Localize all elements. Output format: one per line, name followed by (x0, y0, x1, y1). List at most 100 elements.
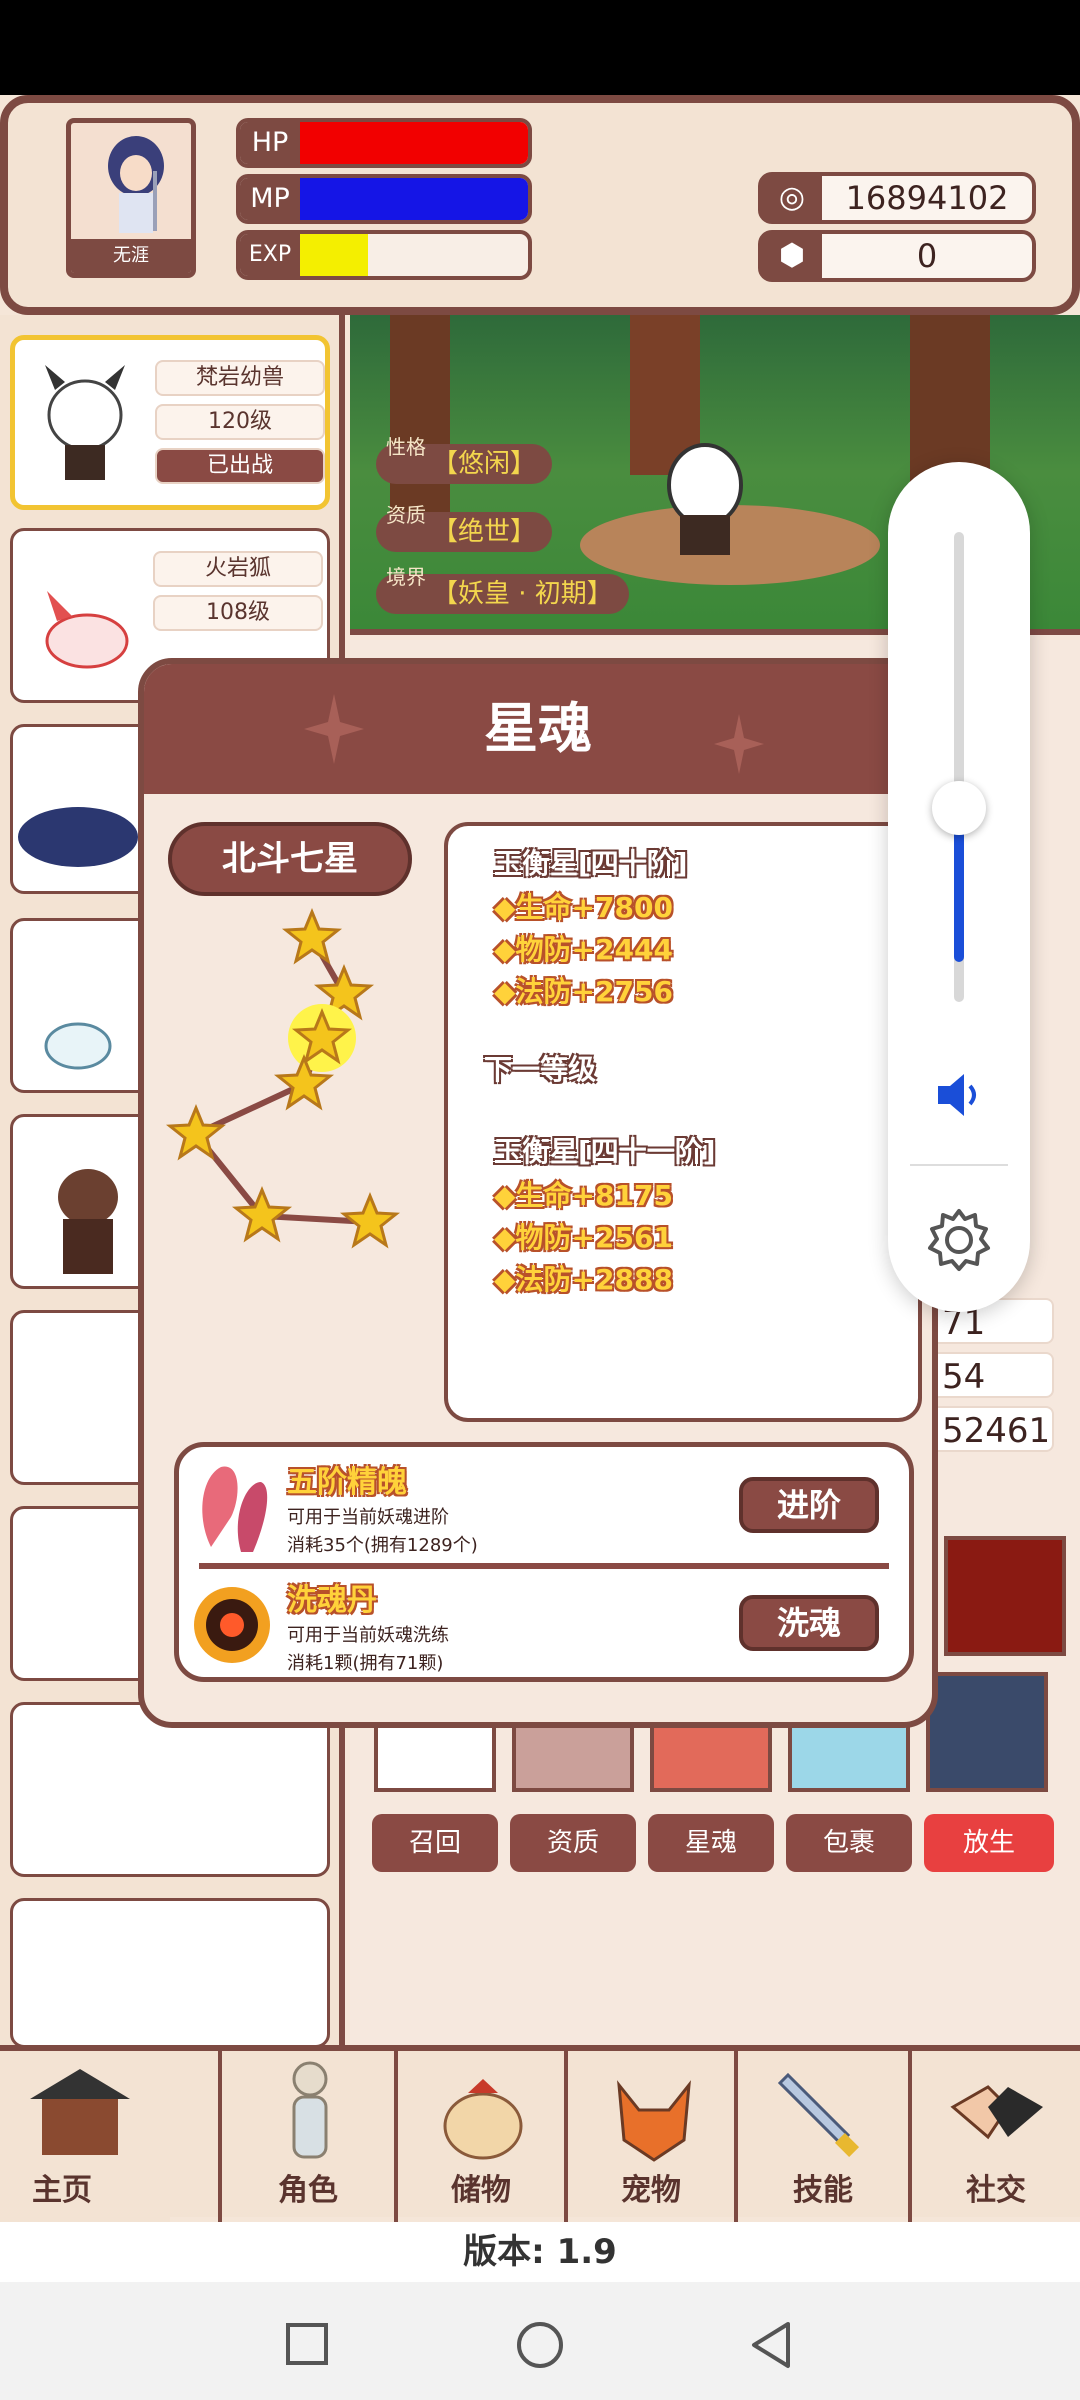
pet-portrait-icon (44, 1022, 112, 1070)
mp-bar: MP (236, 174, 532, 224)
skill-slot[interactable] (944, 1536, 1066, 1656)
nav-pets[interactable]: 宠物 (564, 2051, 734, 2223)
nav-home[interactable]: 主页 (0, 2051, 170, 2223)
item-cost: 消耗1颗(拥有71颗) (287, 1653, 444, 1674)
pet-portrait-icon (45, 591, 129, 669)
item-desc: 可用于当前妖魂进阶 (287, 1507, 449, 1528)
next-star-header: 玉衡星[四十一阶] (494, 1135, 716, 1168)
aptitude-button[interactable]: 资质 (510, 1814, 636, 1872)
system-nav-bar (0, 2282, 1080, 2400)
star-node (165, 1104, 227, 1161)
pet-card[interactable] (10, 1898, 330, 2048)
stat-line: ◆法防+2888 (494, 1263, 673, 1296)
status-bar (0, 0, 1080, 95)
nav-label: 社交 (966, 2173, 1026, 2208)
star-node (281, 908, 343, 965)
wash-soul-button[interactable]: 洗魂 (739, 1595, 879, 1651)
hp-label: HP (240, 122, 300, 164)
star-soul-dialog: 星魂 北斗七星 玉衡星[四十阶] ◆生命+7800 ◆物防+2444 ◆法防+2… (138, 658, 938, 1728)
pet-level: 108级 (153, 595, 323, 631)
divider (199, 1563, 889, 1569)
settings-gear-icon[interactable] (926, 1207, 992, 1273)
exp-label: EXP (240, 234, 300, 276)
pet-status-button[interactable]: 已出战 (155, 448, 325, 484)
coin-icon: ◎ (762, 176, 822, 220)
stat-line: ◆生命+8175 (494, 1179, 673, 1212)
player-avatar[interactable]: 无涯 (66, 118, 196, 278)
hp-fill (300, 122, 528, 164)
back-icon[interactable] (748, 2320, 792, 2370)
stat-line: ◆法防+2756 (494, 975, 673, 1008)
pet-name: 梵岩幼兽 (155, 360, 325, 396)
home-circle-icon[interactable] (515, 2320, 565, 2370)
item-name: 洗魂丹 (287, 1583, 377, 1618)
current-star-header: 玉衡星[四十阶] (494, 847, 688, 880)
soul-pill-icon (194, 1587, 270, 1663)
nav-skills[interactable]: 技能 (734, 2051, 908, 2223)
player-name: 无涯 (71, 239, 191, 273)
skill-slot[interactable] (926, 1672, 1048, 1792)
pet-card[interactable]: 梵岩幼兽 120级 已出战 (10, 335, 330, 510)
advance-button[interactable]: 进阶 (739, 1477, 879, 1533)
trait-tag: 性格 【悠闲】 (376, 436, 553, 484)
item-cost: 消耗35个(拥有1289个) (287, 1535, 478, 1556)
bag-button[interactable]: 包裹 (786, 1814, 912, 1872)
nav-label: 宠物 (621, 2173, 681, 2208)
item-name: 五阶精魄 (287, 1465, 407, 1500)
volume-slider-thumb[interactable] (932, 780, 986, 835)
release-button[interactable]: 放生 (924, 1814, 1054, 1872)
pet-name: 火岩狐 (153, 551, 323, 587)
gem-value: 0 (916, 237, 938, 275)
recall-button[interactable]: 召回 (372, 1814, 498, 1872)
stat-value: 54 (930, 1352, 1054, 1398)
gem-counter: ⬢ 0 (758, 230, 1036, 282)
gem-icon: ⬢ (762, 234, 822, 278)
item-desc: 可用于当前妖魂洗练 (287, 1625, 449, 1646)
volume-panel (888, 462, 1030, 1312)
exp-fill (300, 234, 369, 276)
star-node (339, 1192, 401, 1249)
trait-tag: 境界 【妖皇 · 初期】 (376, 566, 629, 614)
nav-label: 技能 (793, 2173, 853, 2208)
character-icon (292, 2061, 328, 2159)
nav-label: 储物 (451, 2173, 511, 2208)
exp-bar: EXP (236, 230, 532, 280)
pet-portrait-icon (58, 1169, 118, 1274)
pet-portrait-icon (18, 807, 138, 867)
mp-fill (300, 178, 528, 220)
pet-level: 120级 (155, 404, 325, 440)
version-text: 版本: 1.9 (0, 2222, 1080, 2282)
recents-icon[interactable] (285, 2322, 329, 2366)
speaker-icon[interactable] (934, 1072, 984, 1118)
next-level-label: 下一等级 (484, 1053, 597, 1086)
nav-storage[interactable]: 储物 (394, 2051, 564, 2223)
star-info-box: 玉衡星[四十阶] ◆生命+7800 ◆物防+2444 ◆法防+2756 下一等级… (444, 822, 922, 1422)
mp-label: MP (240, 178, 300, 220)
constellation-label[interactable]: 北斗七星 (168, 822, 412, 896)
stat-line: ◆物防+2444 (494, 933, 673, 966)
star-soul-button[interactable]: 星魂 (648, 1814, 774, 1872)
divider (910, 1164, 1008, 1166)
sword-icon (778, 2072, 860, 2158)
pet-portrait-icon (45, 365, 125, 480)
stat-value: 52461 (930, 1406, 1054, 1452)
trait-tag: 资质 【绝世】 (376, 504, 553, 552)
handshake-icon (950, 2085, 1043, 2140)
home-icon (30, 2069, 130, 2155)
avatar-portrait-icon (108, 136, 164, 233)
nav-label: 主页 (32, 2173, 92, 2208)
bottom-nav: 主页 角色 储物 宠物 技能 社交 (0, 2045, 1080, 2223)
nav-social[interactable]: 社交 (908, 2051, 1080, 2223)
stat-line: ◆生命+7800 (494, 891, 673, 924)
dialog-title: 星魂 (484, 697, 592, 760)
gold-value: 16894102 (845, 179, 1009, 217)
hp-bar: HP (236, 118, 532, 168)
stat-line: ◆物防+2561 (494, 1221, 673, 1254)
spirit-essence-icon (202, 1466, 268, 1552)
constellation-map[interactable] (144, 904, 444, 1424)
materials-box: 五阶精魄 可用于当前妖魂进阶 消耗35个(拥有1289个) 进阶 洗魂丹 可用于… (174, 1442, 914, 1682)
bag-icon (443, 2079, 523, 2160)
nav-character[interactable]: 角色 (218, 2051, 394, 2223)
fox-icon (617, 2080, 691, 2162)
pet-card[interactable] (10, 1702, 330, 1877)
